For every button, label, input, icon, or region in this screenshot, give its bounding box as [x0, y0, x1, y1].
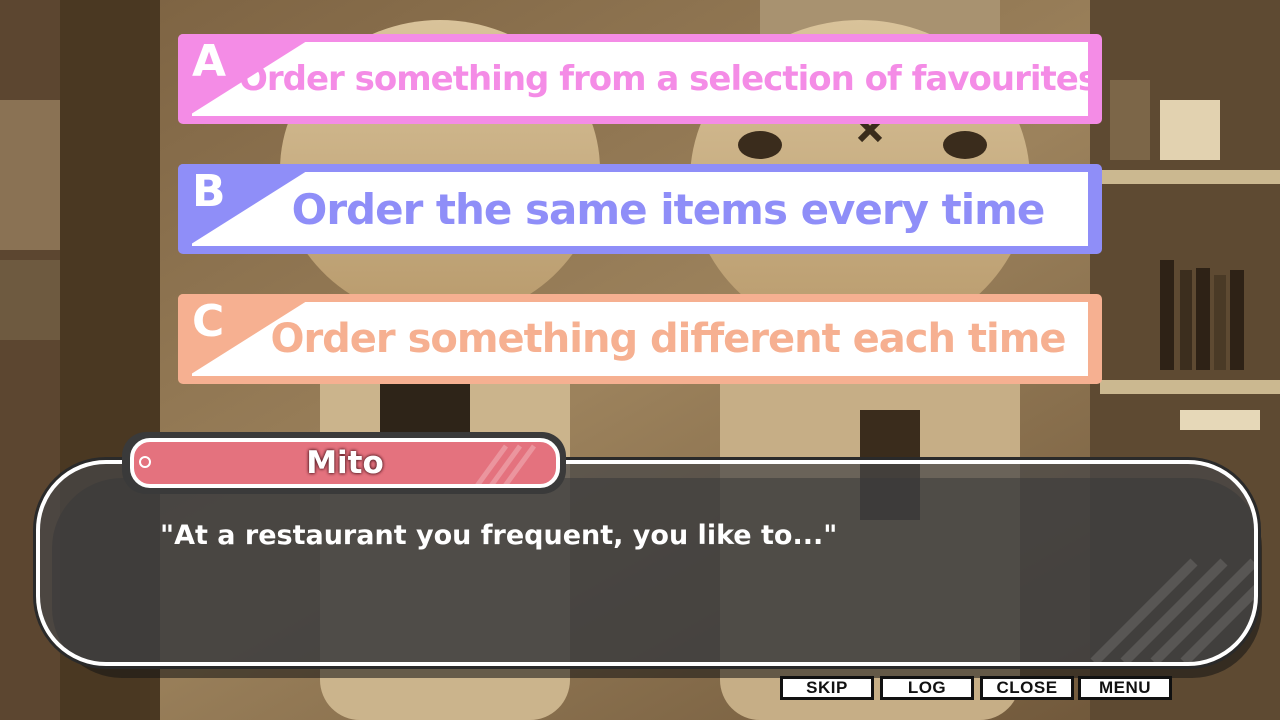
choice-a-letter: A	[192, 36, 227, 87]
choice-c-button[interactable]: C Order something different each time	[178, 294, 1102, 384]
log-button[interactable]: LOG	[880, 676, 974, 700]
choice-b-letter: B	[192, 166, 226, 217]
choice-b-button[interactable]: B Order the same items every time	[178, 164, 1102, 254]
choice-c-letter: C	[192, 296, 225, 347]
close-button[interactable]: CLOSE	[980, 676, 1074, 700]
choice-b-label: Order the same items every time	[291, 184, 1046, 234]
skip-button[interactable]: SKIP	[780, 676, 874, 700]
menu-button[interactable]: MENU	[1078, 676, 1172, 700]
choice-a-button[interactable]: A Order something from a selection of fa…	[178, 34, 1102, 124]
choice-c-label: Order something different each time	[270, 316, 1066, 362]
choice-a-label: Order something from a selection of favo…	[238, 59, 1098, 99]
dialog-stripe-decoration	[1090, 558, 1254, 662]
dialog-line: "At a restaurant you frequent, you like …	[160, 520, 838, 551]
speaker-name: Mito	[306, 445, 384, 481]
